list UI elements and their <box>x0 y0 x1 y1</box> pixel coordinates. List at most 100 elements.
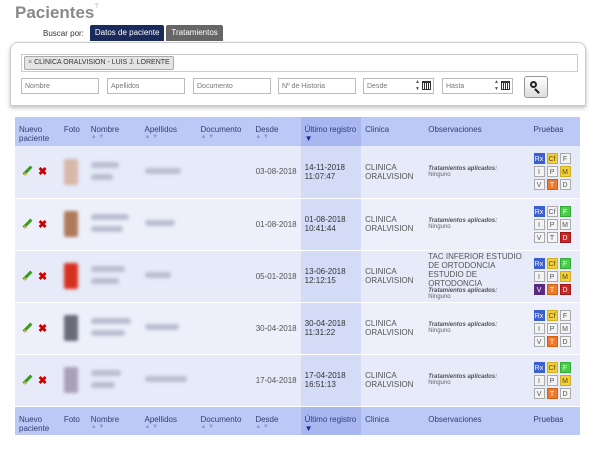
historia-field[interactable]: Nº de Historia <box>278 78 356 94</box>
col-clinica[interactable]: Clinica <box>361 406 425 435</box>
delete-x-icon[interactable]: ✖ <box>38 322 47 335</box>
search-panel: × CLINICA ORALVISION - LUIS J. LORENTE No… <box>10 42 586 106</box>
prueba-rx-badge[interactable]: Rx <box>533 257 545 269</box>
apellidos-field[interactable]: Apellidos <box>107 78 185 94</box>
prueba-rx-badge[interactable]: Rx <box>533 309 545 321</box>
prueba-rx-badge[interactable]: Rx <box>533 153 545 165</box>
prueba-f-badge[interactable]: F <box>559 361 571 373</box>
patient-photo[interactable] <box>63 263 78 289</box>
col-nuevo-paciente[interactable]: Nuevo paciente <box>15 406 60 435</box>
patient-photo[interactable] <box>63 158 78 185</box>
spinner-icon[interactable]: ▲ ▼ <box>494 79 499 93</box>
prueba-p-badge[interactable]: P <box>546 322 558 334</box>
prueba-m-badge[interactable]: M <box>559 166 571 178</box>
chip-remove-icon[interactable]: × <box>28 59 32 66</box>
prueba-p-badge[interactable]: P <box>546 270 558 282</box>
calendar-icon[interactable] <box>501 81 510 90</box>
spinner-icon[interactable]: ▲ ▼ <box>415 79 420 93</box>
prueba-f-badge[interactable]: F <box>559 309 571 321</box>
col-desde[interactable]: Desde ▲ ▼ <box>251 117 301 146</box>
desde-cell: 01-08-2018 <box>251 198 301 251</box>
prueba-i-badge[interactable]: I <box>533 270 545 282</box>
prueba-m-badge[interactable]: M <box>559 322 571 334</box>
col-clinica[interactable]: Clinica <box>361 117 425 146</box>
prueba-p-badge[interactable]: P <box>546 374 558 386</box>
prueba-d-badge[interactable]: D <box>559 335 571 347</box>
row-actions: ✖ <box>15 198 60 251</box>
prueba-v-badge[interactable]: V <box>533 335 545 347</box>
edit-pencil-icon[interactable] <box>23 166 32 175</box>
prueba-f-badge[interactable]: F <box>559 153 571 165</box>
clinica-cell: CLINICA ORALVISION <box>361 354 425 407</box>
edit-pencil-icon[interactable] <box>23 323 32 332</box>
delete-x-icon[interactable]: ✖ <box>38 165 47 178</box>
prueba-d-badge[interactable]: D <box>559 231 571 243</box>
tab-datos-paciente[interactable]: Datos de paciente <box>89 25 165 41</box>
table-row: ✖ 03-08-2018 14-11-2018 11:07:47 CLINICA ORA… <box>15 146 580 199</box>
col-documento[interactable]: Documento ▲ ▼ <box>196 406 252 435</box>
prueba-v-badge[interactable]: V <box>533 179 545 191</box>
edit-pencil-icon[interactable] <box>23 375 32 384</box>
blurred-surname <box>144 324 179 330</box>
ultimo-registro-cell: 01-08-2018 10:41:44 <box>300 198 362 251</box>
edit-pencil-icon[interactable] <box>23 271 32 280</box>
prueba-i-badge[interactable]: I <box>533 218 545 230</box>
prueba-cf-badge[interactable]: Cf <box>546 153 558 165</box>
patient-photo[interactable] <box>63 315 78 341</box>
prueba-t-badge[interactable]: T <box>546 179 558 191</box>
col-ultimo-registro[interactable]: Último registro ▼ <box>300 406 362 435</box>
prueba-m-badge[interactable]: M <box>559 270 571 282</box>
prueba-d-badge[interactable]: D <box>559 387 571 399</box>
delete-x-icon[interactable]: ✖ <box>38 374 47 387</box>
prueba-rx-badge[interactable]: Rx <box>533 361 545 373</box>
desde-date-field[interactable]: Desde ▲ ▼ <box>363 78 434 94</box>
hasta-date-field[interactable]: Hasta ▲ ▼ <box>442 78 513 94</box>
nombre-cell <box>86 354 141 407</box>
prueba-f-badge[interactable]: F <box>559 205 571 217</box>
prueba-f-badge[interactable]: F <box>559 257 571 269</box>
tab-tratamientos[interactable]: Tratamientos <box>166 25 223 41</box>
edit-pencil-icon[interactable] <box>23 219 32 228</box>
prueba-v-badge[interactable]: V <box>533 231 545 243</box>
prueba-i-badge[interactable]: I <box>533 322 545 334</box>
nombre-field[interactable]: Nombre <box>21 78 99 94</box>
prueba-p-badge[interactable]: P <box>546 166 558 178</box>
documento-field[interactable]: Documento <box>193 78 271 94</box>
col-apellidos[interactable]: Apellidos ▲ ▼ <box>140 117 197 146</box>
prueba-cf-badge[interactable]: Cf <box>546 257 558 269</box>
prueba-p-badge[interactable]: P <box>546 218 558 230</box>
prueba-t-badge[interactable]: T <box>546 283 558 295</box>
prueba-t-badge[interactable]: T <box>546 231 558 243</box>
prueba-v-badge[interactable]: V <box>533 283 545 295</box>
blurred-name <box>90 382 115 388</box>
delete-x-icon[interactable]: ✖ <box>38 218 47 231</box>
prueba-i-badge[interactable]: I <box>533 166 545 178</box>
prueba-cf-badge[interactable]: Cf <box>546 205 558 217</box>
prueba-cf-badge[interactable]: Cf <box>546 309 558 321</box>
chip-label: CLINICA ORALVISION - LUIS J. LORENTE <box>34 59 170 66</box>
patient-photo[interactable] <box>63 211 78 237</box>
col-nuevo-paciente[interactable]: Nuevo paciente <box>15 117 60 146</box>
prueba-t-badge[interactable]: T <box>546 335 558 347</box>
prueba-d-badge[interactable]: D <box>559 283 571 295</box>
prueba-v-badge[interactable]: V <box>533 387 545 399</box>
prueba-d-badge[interactable]: D <box>559 179 571 191</box>
filter-chip-input[interactable]: × CLINICA ORALVISION - LUIS J. LORENTE <box>21 54 578 72</box>
delete-x-icon[interactable]: ✖ <box>38 270 47 283</box>
col-documento[interactable]: Documento ▲ ▼ <box>196 117 252 146</box>
calendar-icon[interactable] <box>422 81 431 90</box>
prueba-m-badge[interactable]: M <box>559 374 571 386</box>
search-button[interactable] <box>524 76 548 98</box>
documento-cell <box>196 302 252 355</box>
prueba-cf-badge[interactable]: Cf <box>546 361 558 373</box>
col-apellidos[interactable]: Apellidos ▲ ▼ <box>140 406 197 435</box>
prueba-m-badge[interactable]: M <box>559 218 571 230</box>
col-nombre[interactable]: Nombre ▲ ▼ <box>86 117 141 146</box>
prueba-i-badge[interactable]: I <box>533 374 545 386</box>
col-desde[interactable]: Desde ▲ ▼ <box>251 406 301 435</box>
col-nombre[interactable]: Nombre ▲ ▼ <box>86 406 141 435</box>
col-ultimo-registro[interactable]: Último registro ▼ <box>300 117 362 146</box>
prueba-rx-badge[interactable]: Rx <box>533 205 545 217</box>
prueba-t-badge[interactable]: T <box>546 387 558 399</box>
patient-photo[interactable] <box>63 367 78 393</box>
